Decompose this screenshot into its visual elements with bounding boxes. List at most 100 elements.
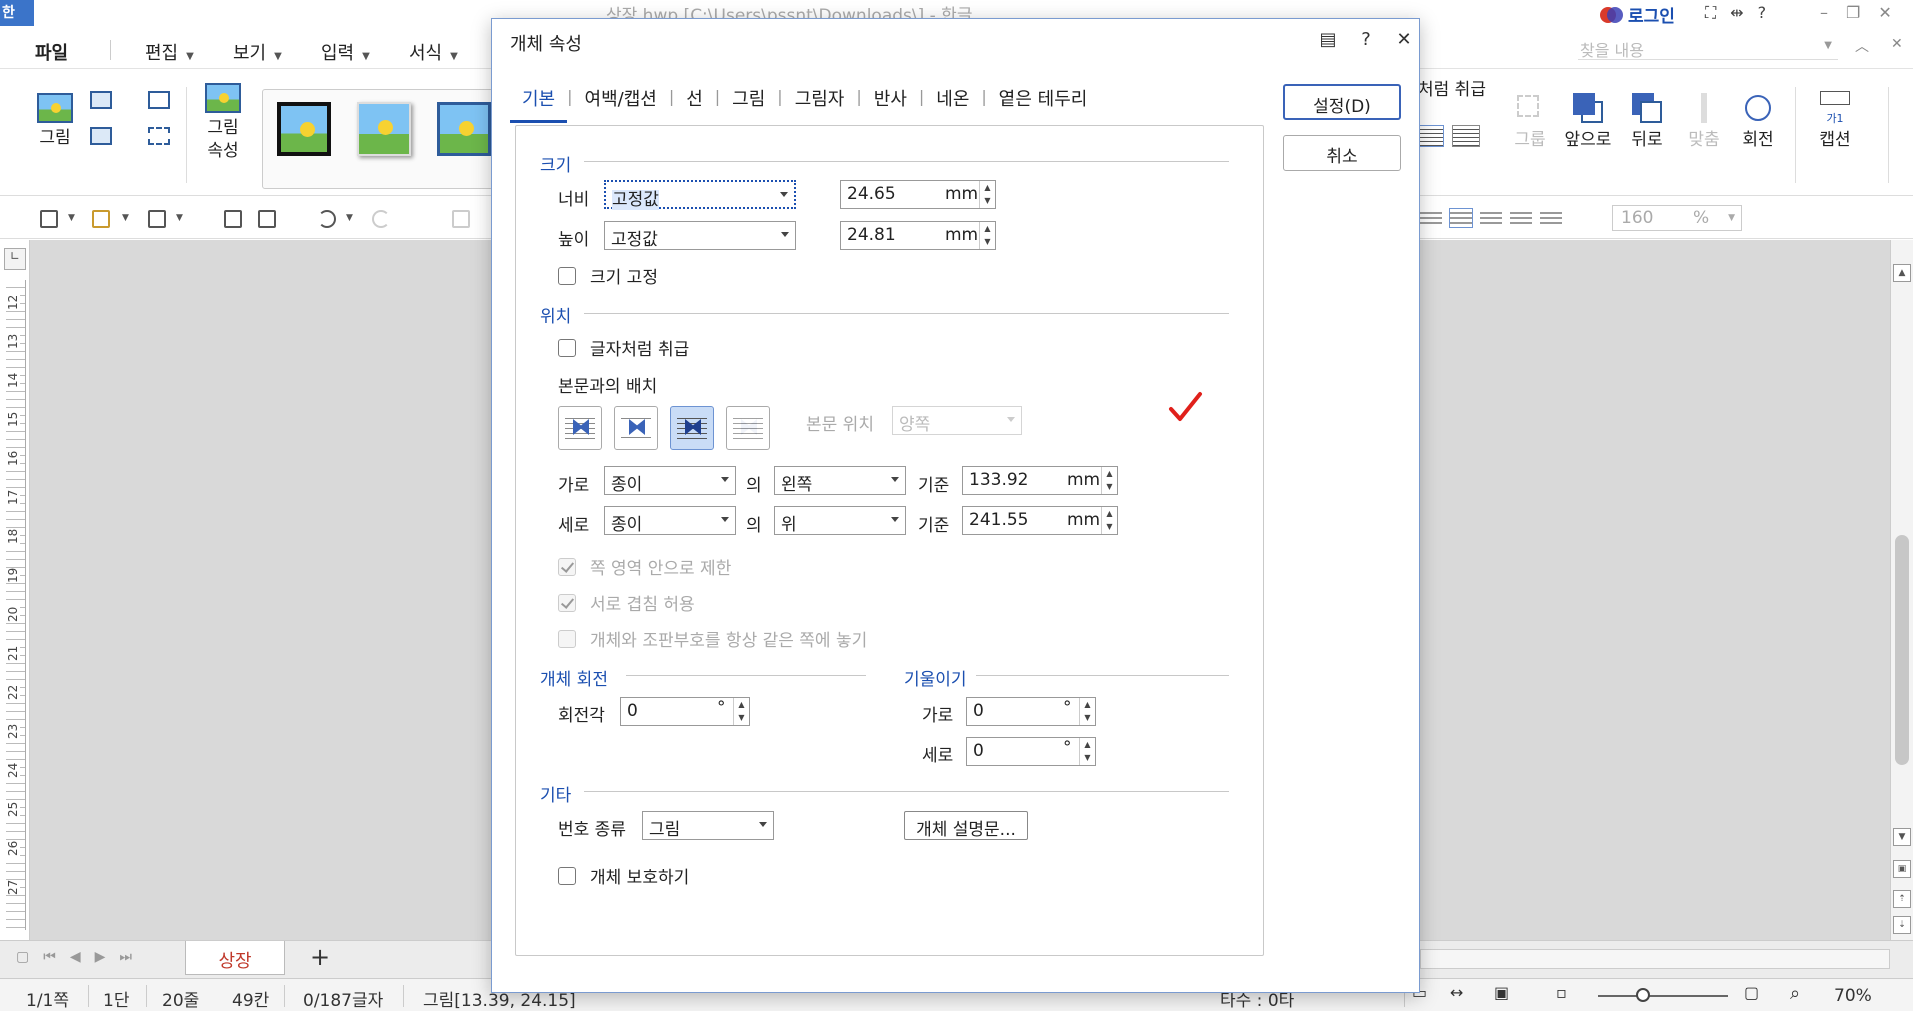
new-doc-icon[interactable] bbox=[40, 210, 58, 228]
help-icon[interactable]: ? bbox=[1356, 29, 1376, 50]
minimize-icon[interactable]: – bbox=[1820, 3, 1828, 22]
wrap-top-bottom-button[interactable] bbox=[614, 406, 658, 450]
chevron-down-icon[interactable]: ▼ bbox=[176, 213, 183, 223]
caption-button[interactable]: 가1 캡션 bbox=[1812, 91, 1858, 152]
spin-arrows-icon[interactable]: ▲ ▼ bbox=[1079, 698, 1095, 725]
page-view-icon[interactable]: ▣ bbox=[1893, 860, 1911, 878]
style-black-border-icon[interactable] bbox=[277, 102, 331, 156]
picture-properties-button[interactable]: 그림 속성 bbox=[200, 83, 246, 163]
wrap-behind-text-button[interactable] bbox=[670, 406, 714, 450]
tab-neon[interactable]: 네온 bbox=[924, 85, 981, 123]
align-distribute-icon[interactable] bbox=[1540, 209, 1562, 227]
tab-line[interactable]: 선 bbox=[674, 85, 715, 123]
skew-vertical-input[interactable]: 0 ° ▲ ▼ bbox=[966, 737, 1096, 766]
picture-save-icon[interactable] bbox=[90, 127, 112, 145]
protect-object-checkbox[interactable]: 개체 보호하기 bbox=[558, 863, 689, 888]
magnifier-icon[interactable]: ⌕ bbox=[1790, 983, 1800, 1004]
tab-picture[interactable]: 그림 bbox=[720, 85, 777, 123]
horizontal-scrollbar[interactable] bbox=[1420, 949, 1890, 969]
height-mode-select[interactable]: 고정값 bbox=[604, 221, 796, 250]
wrap-square-icon[interactable] bbox=[1416, 125, 1444, 147]
group-button[interactable]: 그룹 bbox=[1508, 91, 1552, 152]
send-backward-button[interactable]: 뒤로 bbox=[1624, 91, 1670, 152]
split-icon[interactable]: ⇹ bbox=[1730, 3, 1743, 23]
insert-picture-button[interactable]: 그림 bbox=[34, 93, 76, 150]
zoom-slider[interactable] bbox=[1598, 995, 1728, 997]
zoom-in-icon[interactable]: ▢ bbox=[1744, 983, 1759, 1002]
view-page-icon[interactable]: ▣ bbox=[1494, 983, 1509, 1002]
login-link[interactable]: 로그인 bbox=[1628, 2, 1675, 27]
close-icon[interactable]: ✕ bbox=[1394, 29, 1414, 50]
login-area[interactable]: 로그인 bbox=[1600, 2, 1675, 27]
fullscreen-icon[interactable]: ⛶ bbox=[1705, 3, 1716, 23]
tab-basic[interactable]: 기본 bbox=[510, 85, 568, 123]
wrap-square-button[interactable] bbox=[558, 406, 602, 450]
align-justify-icon[interactable] bbox=[1510, 209, 1532, 227]
chevron-down-icon[interactable]: ▼ bbox=[68, 213, 75, 223]
rotate-button[interactable]: 회전 bbox=[1736, 91, 1780, 152]
spin-arrows-icon[interactable]: ▲ ▼ bbox=[979, 181, 995, 208]
numbering-type-select[interactable]: 그림 bbox=[642, 811, 774, 840]
doc-tab-active[interactable]: 상장 bbox=[185, 941, 285, 975]
collapse-ribbon-icon[interactable]: ︿ bbox=[1855, 36, 1869, 56]
vertical-ref-select[interactable]: 종이 bbox=[604, 506, 736, 535]
chevron-down-icon[interactable]: ▼ bbox=[1728, 213, 1735, 223]
object-description-button[interactable]: 개체 설명문... bbox=[904, 811, 1028, 840]
width-mode-select[interactable]: 고정값 bbox=[604, 180, 796, 210]
view-width-icon[interactable]: ↔ bbox=[1450, 983, 1463, 1002]
ok-button[interactable]: 설정(D) bbox=[1283, 84, 1401, 120]
page-icon[interactable]: ▢ bbox=[16, 949, 29, 965]
wrap-in-front-button[interactable] bbox=[726, 406, 770, 450]
picture-crop-icon[interactable] bbox=[148, 127, 170, 145]
open-folder-icon[interactable] bbox=[92, 210, 110, 228]
horizontal-anchor-select[interactable]: 왼쪽 bbox=[774, 466, 906, 495]
chevron-down-icon[interactable]: ▼ bbox=[122, 213, 129, 223]
bring-forward-button[interactable]: 앞으로 bbox=[1560, 91, 1616, 152]
help-icon[interactable]: ? bbox=[1758, 3, 1767, 23]
picture-reset-icon[interactable] bbox=[148, 91, 170, 109]
menu-format[interactable]: 서식 ▼ bbox=[409, 39, 458, 65]
height-input[interactable]: 24.81 mm ▲ ▼ bbox=[840, 221, 996, 250]
menu-insert[interactable]: 입력 ▼ bbox=[321, 39, 370, 65]
ruler-corner-icon[interactable]: ∟ bbox=[4, 248, 26, 270]
close-window-icon[interactable]: ✕ bbox=[1878, 3, 1891, 22]
spin-arrows-icon[interactable]: ▲ ▼ bbox=[1079, 738, 1095, 765]
width-input[interactable]: 24.65 mm ▲ ▼ bbox=[840, 180, 996, 209]
rotation-angle-input[interactable]: 0 ° ▲ ▼ bbox=[620, 697, 750, 726]
last-tab-icon[interactable]: ⏭ bbox=[119, 949, 132, 965]
as-char-button[interactable]: 처럼 취급 bbox=[1418, 79, 1488, 102]
chevron-down-icon[interactable]: ▼ bbox=[346, 213, 353, 223]
prev-tab-icon[interactable]: ◀ bbox=[70, 949, 81, 965]
spin-arrows-icon[interactable]: ▲ ▼ bbox=[733, 698, 749, 725]
next-tab-icon[interactable]: ▶ bbox=[95, 949, 106, 965]
picture-replace-icon[interactable] bbox=[90, 91, 112, 109]
spin-arrows-icon[interactable]: ▲ ▼ bbox=[1101, 507, 1117, 534]
menu-view[interactable]: 보기 ▼ bbox=[233, 39, 282, 65]
menu-edit[interactable]: 편집 ▼ bbox=[145, 39, 194, 65]
first-tab-icon[interactable]: ⏮ bbox=[43, 949, 56, 965]
zoom-slider-handle[interactable] bbox=[1636, 988, 1650, 1002]
align-right-icon[interactable] bbox=[1480, 209, 1502, 227]
spin-arrows-icon[interactable]: ▲ ▼ bbox=[979, 222, 995, 249]
save-icon[interactable] bbox=[148, 210, 166, 228]
tab-margin-caption[interactable]: 여백/캡션 bbox=[573, 85, 669, 123]
chevron-down-icon[interactable]: ▼ bbox=[1824, 40, 1832, 51]
spin-arrows-icon[interactable]: ▲ ▼ bbox=[1101, 467, 1117, 494]
status-zoom[interactable]: 70% bbox=[1834, 986, 1872, 1006]
tab-shadow[interactable]: 그림자 bbox=[783, 85, 857, 123]
align-button[interactable]: 맞춤 bbox=[1682, 91, 1726, 152]
scroll-thumb[interactable] bbox=[1895, 535, 1909, 765]
align-center-icon[interactable] bbox=[1449, 208, 1473, 228]
tab-reflection[interactable]: 반사 bbox=[862, 85, 919, 123]
zoom-input[interactable]: 160 % ▼ bbox=[1612, 205, 1742, 231]
style-blue-border-icon[interactable] bbox=[437, 102, 491, 156]
add-tab-button[interactable]: + bbox=[300, 943, 340, 973]
horizontal-ref-select[interactable]: 종이 bbox=[604, 466, 736, 495]
align-left-icon[interactable] bbox=[1420, 209, 1442, 227]
redo-icon[interactable] bbox=[372, 210, 390, 228]
print-icon[interactable] bbox=[224, 210, 242, 228]
menu-file[interactable]: 파일 bbox=[35, 39, 68, 65]
scroll-down-icon[interactable]: ▼ bbox=[1893, 828, 1911, 846]
picture-style-gallery[interactable] bbox=[262, 89, 502, 189]
vertical-anchor-select[interactable]: 위 bbox=[774, 506, 906, 535]
